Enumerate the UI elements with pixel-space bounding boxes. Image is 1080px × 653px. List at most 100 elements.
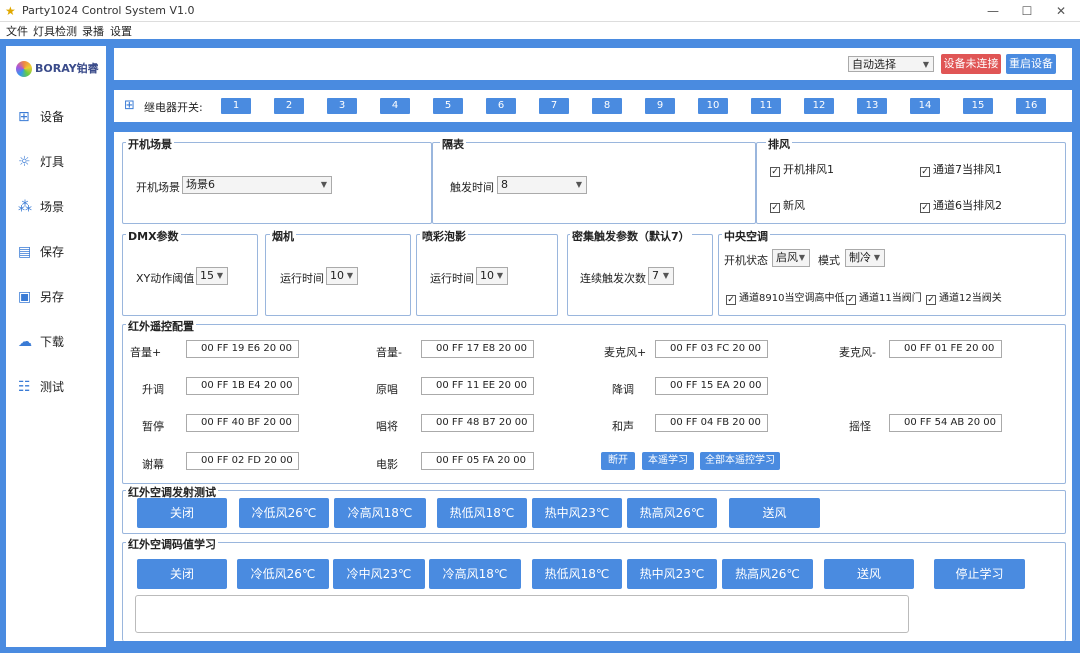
nav-lights[interactable]: ☼ 灯具 xyxy=(18,153,98,175)
ac-test-heat-high-26-button[interactable]: 热高风26℃ xyxy=(627,498,717,528)
relay-button-5[interactable]: 5 xyxy=(433,98,463,114)
ir-label-vol-down: 音量- xyxy=(376,346,402,359)
nav-test[interactable]: ☷ 测试 xyxy=(18,378,98,400)
ac-learn-heat-high-26-button[interactable]: 热高风26℃ xyxy=(722,559,813,589)
ir-code-vol-up[interactable]: 00 FF 19 E6 20 00 xyxy=(186,340,299,358)
window-title: Party1024 Control System V1.0 xyxy=(22,4,195,17)
ac-test-off-button[interactable]: 关闭 xyxy=(137,498,227,528)
relay-button-9[interactable]: 9 xyxy=(645,98,675,114)
ac-check-2[interactable]: ✓ 通道11当阀门 xyxy=(846,289,922,305)
ac-learn-log-textarea[interactable] xyxy=(135,595,909,633)
reset-device-button[interactable]: 重启设备 xyxy=(1006,54,1056,74)
ir-code-mic-down[interactable]: 00 FF 01 FE 20 00 xyxy=(889,340,1002,358)
close-button[interactable]: ✕ xyxy=(1046,2,1076,20)
ac-learn-stop-button[interactable]: 停止学习 xyxy=(934,559,1025,589)
nav-device[interactable]: ⊞ 设备 xyxy=(18,108,98,130)
ac-learn-fan-button[interactable]: 送风 xyxy=(824,559,914,589)
maximize-button[interactable]: ☐ xyxy=(1012,2,1042,20)
ac-learn-cool-mid-23-button[interactable]: 冷中风23℃ xyxy=(333,559,425,589)
checkbox-checked-icon: ✓ xyxy=(770,167,780,177)
checkbox-checked-icon: ✓ xyxy=(726,295,736,305)
app-icon: ★ xyxy=(5,4,16,18)
ac-mode-select[interactable]: 制冷 ▼ xyxy=(845,249,885,267)
relay-button-15[interactable]: 15 xyxy=(963,98,993,114)
menu-light-check[interactable]: 灯具检测 xyxy=(33,23,77,39)
checkbox-checked-icon: ✓ xyxy=(920,203,930,213)
ac-check-1[interactable]: ✓ 通道8910当空调高中低 xyxy=(726,289,844,305)
ac-learn-cool-high-18-button[interactable]: 冷高风18℃ xyxy=(429,559,521,589)
relay-button-3[interactable]: 3 xyxy=(327,98,357,114)
relay-button-12[interactable]: 12 xyxy=(804,98,834,114)
bubble-select[interactable]: 10 ▼ xyxy=(476,267,508,285)
ac-test-cool-low-26-button[interactable]: 冷低风26℃ xyxy=(239,498,329,528)
startup-scene-select[interactable]: 场景6 ▼ xyxy=(182,176,332,194)
delay-select[interactable]: 8 ▼ xyxy=(497,176,587,194)
exhaust-check-2[interactable]: ✓ 通道7当排风1 xyxy=(920,161,1002,177)
ac-test-heat-low-18-button[interactable]: 热低风18℃ xyxy=(437,498,527,528)
ac-learn-title: 红外空调码值学习 xyxy=(126,536,218,552)
ac-learn-off-button[interactable]: 关闭 xyxy=(137,559,227,589)
relay-button-4[interactable]: 4 xyxy=(380,98,410,114)
ir-code-curtain[interactable]: 00 FF 02 FD 20 00 xyxy=(186,452,299,470)
ir-code-original[interactable]: 00 FF 11 EE 20 00 xyxy=(421,377,534,395)
ir-learn-all-button[interactable]: 全部本遥控学习 xyxy=(700,452,780,470)
checkbox-checked-icon: ✓ xyxy=(770,203,780,213)
relay-button-14[interactable]: 14 xyxy=(910,98,940,114)
ir-code-mic-up[interactable]: 00 FF 03 FC 20 00 xyxy=(655,340,768,358)
menu-settings[interactable]: 设置 xyxy=(110,23,132,39)
ir-code-movie[interactable]: 00 FF 05 FA 20 00 xyxy=(421,452,534,470)
ac-learn-heat-mid-23-button[interactable]: 热中风23℃ xyxy=(627,559,717,589)
dmx-select[interactable]: 15 ▼ xyxy=(196,267,228,285)
relay-button-13[interactable]: 13 xyxy=(857,98,887,114)
nav-download[interactable]: ☁ 下载 xyxy=(18,333,98,355)
minimize-button[interactable]: — xyxy=(978,2,1008,20)
device-icon: ⊞ xyxy=(18,108,30,125)
title-bar: ★ Party1024 Control System V1.0 — ☐ ✕ xyxy=(0,0,1080,22)
connect-status-button[interactable]: 设备未连接 xyxy=(941,54,1001,74)
nav-scene[interactable]: ⁂ 场景 xyxy=(18,198,98,220)
relay-button-10[interactable]: 10 xyxy=(698,98,728,114)
ir-disconnect-button[interactable]: 断开 xyxy=(601,452,635,470)
relay-button-1[interactable]: 1 xyxy=(221,98,251,114)
ir-code-harmony[interactable]: 00 FF 04 FB 20 00 xyxy=(655,414,768,432)
relay-button-8[interactable]: 8 xyxy=(592,98,622,114)
ir-code-funny[interactable]: 00 FF 54 AB 20 00 xyxy=(889,414,1002,432)
ac-check-3[interactable]: ✓ 通道12当阀关 xyxy=(926,289,1002,305)
dense-trigger-select[interactable]: 7 ▼ xyxy=(648,267,674,285)
ac-test-fan-button[interactable]: 送风 xyxy=(729,498,820,528)
ir-code-vol-down[interactable]: 00 FF 17 E8 20 00 xyxy=(421,340,534,358)
ac-test-heat-mid-23-button[interactable]: 热中风23℃ xyxy=(532,498,622,528)
ir-code-singer[interactable]: 00 FF 48 B7 20 00 xyxy=(421,414,534,432)
ir-config-title: 红外遥控配置 xyxy=(126,318,196,334)
exhaust-check-1[interactable]: ✓ 开机排风1 xyxy=(770,161,834,177)
ir-code-pitch-up[interactable]: 00 FF 1B E4 20 00 xyxy=(186,377,299,395)
ir-learn-button[interactable]: 本遥学习 xyxy=(642,452,694,470)
test-icon: ☷ xyxy=(18,378,31,395)
ir-code-pause[interactable]: 00 FF 40 BF 20 00 xyxy=(186,414,299,432)
relay-button-6[interactable]: 6 xyxy=(486,98,516,114)
smoke-select[interactable]: 10 ▼ xyxy=(326,267,358,285)
nav-save[interactable]: ▤ 保存 xyxy=(18,243,98,265)
exhaust-check-3[interactable]: ✓ 新风 xyxy=(770,197,805,213)
nav-label: 测试 xyxy=(40,380,65,394)
ac-learn-cool-low-26-button[interactable]: 冷低风26℃ xyxy=(237,559,329,589)
save-as-icon: ▣ xyxy=(18,288,32,305)
relay-button-7[interactable]: 7 xyxy=(539,98,569,114)
nav-label: 设备 xyxy=(40,110,65,124)
ir-label-mic-down: 麦克风- xyxy=(839,346,876,359)
menu-record[interactable]: 录播 xyxy=(82,23,104,39)
nav-label: 保存 xyxy=(40,245,65,259)
relay-button-11[interactable]: 11 xyxy=(751,98,781,114)
nav-label: 下载 xyxy=(40,335,65,349)
nav-save-as[interactable]: ▣ 另存 xyxy=(18,288,98,310)
ac-learn-heat-low-18-button[interactable]: 热低风18℃ xyxy=(532,559,622,589)
exhaust-check-4[interactable]: ✓ 通道6当排风2 xyxy=(920,197,1002,213)
relay-button-16[interactable]: 16 xyxy=(1016,98,1046,114)
menu-file[interactable]: 文件 xyxy=(6,23,28,39)
checkbox-checked-icon: ✓ xyxy=(926,295,936,305)
ac-test-cool-high-18-button[interactable]: 冷高风18℃ xyxy=(334,498,426,528)
mode-select[interactable]: 自动选择 ▼ xyxy=(848,56,934,72)
ir-code-pitch-down[interactable]: 00 FF 15 EA 20 00 xyxy=(655,377,768,395)
ac-power-select[interactable]: 启风 ▼ xyxy=(772,249,810,267)
relay-button-2[interactable]: 2 xyxy=(274,98,304,114)
